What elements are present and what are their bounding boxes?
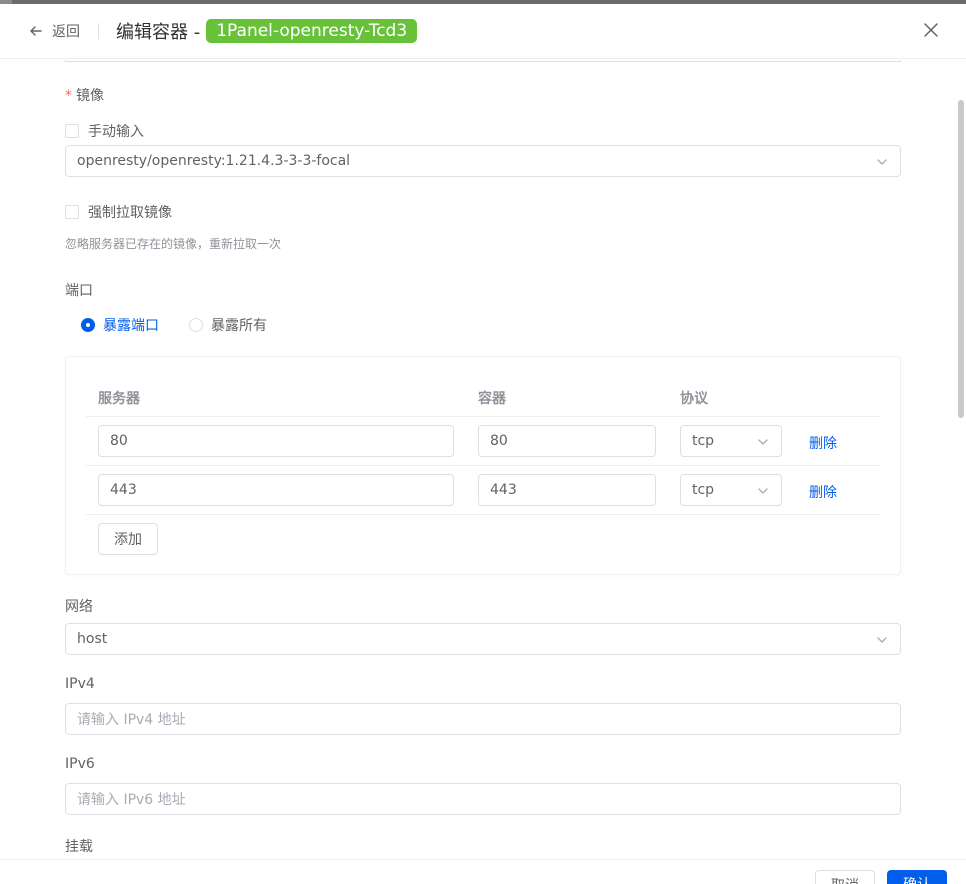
port-table-card: 服务器 容器 协议 80 80 tcp 删除 443 443 tcp 删除 添加 (65, 356, 901, 575)
chevron-down-icon (877, 637, 887, 643)
delete-row-1-link[interactable]: 删除 (809, 433, 837, 453)
page-title: 编辑容器 - 1Panel-openresty-Tcd3 (116, 18, 418, 44)
arrow-left-icon (30, 26, 42, 36)
force-pull-checkbox[interactable]: 强制拉取镜像 (65, 202, 172, 222)
table-divider (86, 465, 881, 466)
manual-input-label: 手动输入 (88, 124, 144, 140)
column-header-container: 容器 (478, 391, 506, 407)
radio-expose-ports-label: 暴露端口 (103, 318, 159, 334)
checkbox-box[interactable] (65, 124, 79, 138)
drawer-body[interactable]: * 镜像 手动输入 openresty/openresty:1.21.4.3-3-… (0, 60, 966, 860)
column-header-server: 服务器 (98, 391, 140, 407)
ipv4-label: IPv4 (65, 676, 95, 692)
checkbox-box[interactable] (65, 205, 79, 219)
add-port-button[interactable]: 添加 (98, 523, 158, 555)
column-header-protocol: 协议 (680, 391, 708, 407)
cancel-button[interactable]: 取消 (815, 870, 875, 884)
confirm-button[interactable]: 确认 (887, 870, 947, 884)
radio-dot[interactable] (189, 318, 203, 332)
previous-field-edge (65, 60, 901, 62)
network-select[interactable]: host (65, 623, 901, 655)
drawer-footer: 取消 确认 (0, 859, 966, 884)
server-port-input-2[interactable]: 443 (98, 474, 454, 506)
protocol-select-1[interactable]: tcp (680, 425, 782, 457)
radio-expose-all[interactable]: 暴露所有 (189, 315, 267, 335)
page-title-text: 编辑容器 - (116, 22, 201, 43)
manual-input-checkbox[interactable]: 手动输入 (65, 121, 144, 141)
table-divider (86, 514, 881, 515)
network-select-value: host (77, 631, 108, 647)
ipv6-label: IPv6 (65, 756, 95, 772)
ipv6-input[interactable]: 请输入 IPv6 地址 (65, 783, 901, 815)
table-divider (86, 416, 881, 417)
back-label: 返回 (52, 24, 80, 40)
radio-expose-ports[interactable]: 暴露端口 (81, 315, 159, 335)
required-mark: * (65, 88, 72, 104)
force-pull-hint: 忽略服务器已存在的镜像，重新拉取一次 (65, 237, 282, 251)
chevron-down-icon (758, 488, 768, 494)
server-port-input-1[interactable]: 80 (98, 425, 454, 457)
protocol-select-2[interactable]: tcp (680, 474, 782, 506)
scrollbar-thumb[interactable] (958, 100, 964, 418)
image-label: * 镜像 (65, 88, 104, 104)
ipv4-input[interactable]: 请输入 IPv4 地址 (65, 703, 901, 735)
mount-label: 挂载 (65, 839, 93, 855)
drawer-header: 返回 编辑容器 - 1Panel-openresty-Tcd3 (0, 4, 966, 59)
image-select-value: openresty/openresty:1.21.4.3-3-3-focal (77, 153, 351, 169)
network-label: 网络 (65, 599, 93, 615)
container-name-tag: 1Panel-openresty-Tcd3 (206, 19, 418, 43)
chevron-down-icon (877, 159, 887, 165)
image-select[interactable]: openresty/openresty:1.21.4.3-3-3-focal (65, 145, 901, 177)
back-button[interactable]: 返回 (28, 21, 80, 41)
radio-dot[interactable] (81, 318, 95, 332)
radio-expose-all-label: 暴露所有 (211, 318, 267, 334)
container-port-input-2[interactable]: 443 (478, 474, 656, 506)
protocol-value-1: tcp (692, 433, 715, 449)
protocol-value-2: tcp (692, 482, 715, 498)
close-icon[interactable] (922, 21, 940, 39)
delete-row-2-link[interactable]: 删除 (809, 482, 837, 502)
force-pull-label: 强制拉取镜像 (88, 205, 172, 221)
chevron-down-icon (758, 439, 768, 445)
edit-container-drawer: 返回 编辑容器 - 1Panel-openresty-Tcd3 * 镜像 手动输入… (0, 4, 966, 884)
ports-label: 端口 (65, 283, 93, 299)
container-port-input-1[interactable]: 80 (478, 425, 656, 457)
header-divider (98, 23, 99, 39)
